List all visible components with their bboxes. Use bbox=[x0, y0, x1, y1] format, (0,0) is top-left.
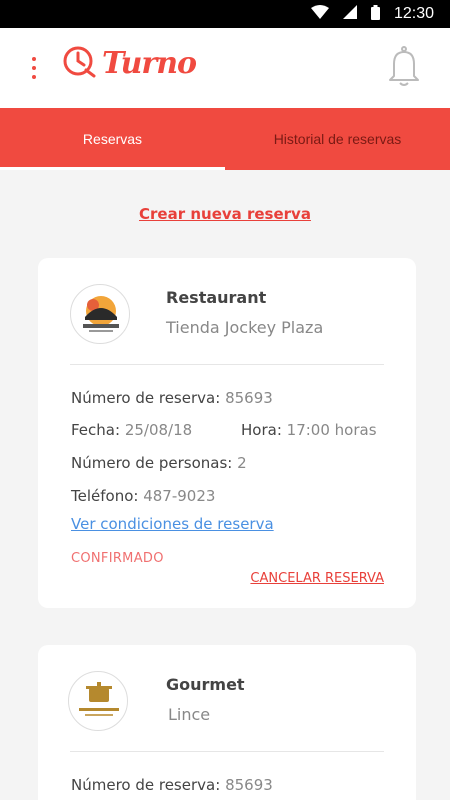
clock-fork-icon bbox=[62, 44, 96, 82]
restaurant-location: Lince bbox=[168, 705, 211, 724]
reservation-number-value: 85693 bbox=[225, 776, 273, 794]
people-label: Número de personas: bbox=[71, 454, 233, 472]
reservation-card: Restaurant Tienda Jockey Plaza Número de… bbox=[38, 258, 416, 608]
card-divider bbox=[70, 751, 384, 752]
status-bar: 12:30 bbox=[0, 0, 450, 28]
brand-name: Turno bbox=[102, 45, 197, 81]
restaurant-name: Restaurant bbox=[166, 288, 267, 307]
phone-label: Teléfono: bbox=[71, 487, 139, 505]
reservation-number-value: 85693 bbox=[225, 389, 273, 407]
tab-bar: Reservas Historial de reservas bbox=[0, 108, 450, 170]
signal-icon bbox=[342, 5, 357, 23]
date-value: 25/08/18 bbox=[124, 421, 193, 439]
tab-indicator bbox=[0, 167, 225, 170]
reservation-number-label: Número de reserva: bbox=[71, 776, 221, 794]
date-label: Fecha: bbox=[71, 421, 121, 439]
status-time: 12:30 bbox=[393, 5, 434, 22]
reservation-number-row: Número de reserva: 85693 bbox=[71, 776, 273, 794]
tab-label: Historial de reservas bbox=[273, 131, 402, 147]
view-conditions-link[interactable]: Ver condiciones de reserva bbox=[71, 515, 274, 533]
restaurant-logo bbox=[70, 284, 130, 344]
status-badge: CONFIRMADO bbox=[71, 551, 164, 566]
tab-label: Reservas bbox=[82, 131, 143, 147]
time-value: 17:00 horas bbox=[286, 421, 377, 439]
reservation-number-label: Número de reserva: bbox=[71, 389, 221, 407]
reservation-card: Gourmet Lince Número de reserva: 85693 bbox=[38, 645, 416, 800]
wifi-icon bbox=[310, 5, 329, 23]
gourmet-logo bbox=[68, 671, 128, 731]
reservation-date-row: Fecha: 25/08/18 bbox=[71, 421, 192, 439]
phone-value: 487-9023 bbox=[143, 487, 216, 505]
restaurant-location: Tienda Jockey Plaza bbox=[166, 318, 324, 337]
people-value: 2 bbox=[237, 454, 247, 472]
bell-icon[interactable] bbox=[386, 44, 422, 88]
card-divider bbox=[70, 364, 384, 365]
app-bar: Turno bbox=[0, 28, 450, 108]
reservation-phone-row: Teléfono: 487-9023 bbox=[71, 487, 215, 505]
reservation-people-row: Número de personas: 2 bbox=[71, 454, 247, 472]
tab-historial[interactable]: Historial de reservas bbox=[225, 108, 450, 170]
reservation-time-row: Hora: 17:00 horas bbox=[241, 421, 377, 439]
restaurant-name: Gourmet bbox=[166, 675, 245, 694]
app-logo: Turno bbox=[62, 44, 197, 82]
time-label: Hora: bbox=[241, 421, 282, 439]
tab-reservas[interactable]: Reservas bbox=[0, 108, 225, 170]
more-vert-icon[interactable] bbox=[24, 50, 44, 86]
cancel-reservation-button[interactable]: CANCELAR RESERVA bbox=[250, 571, 384, 586]
create-reservation-link[interactable]: Crear nueva reserva bbox=[0, 205, 450, 223]
battery-icon bbox=[370, 4, 380, 24]
reservation-number-row: Número de reserva: 85693 bbox=[71, 389, 273, 407]
